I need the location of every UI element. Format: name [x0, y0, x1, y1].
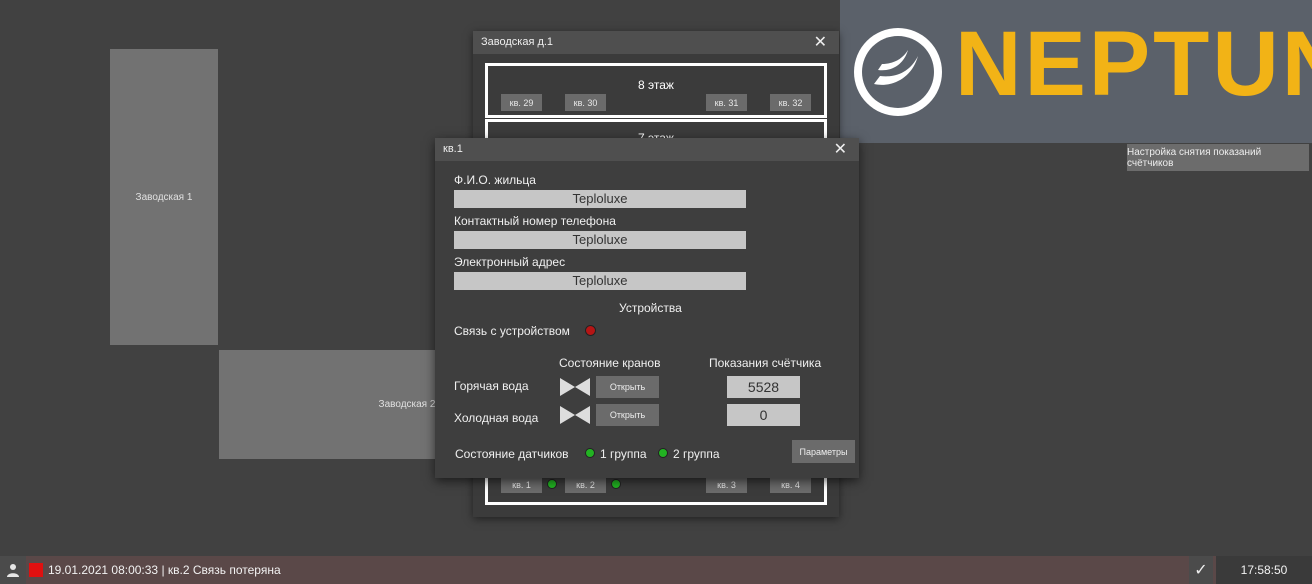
close-icon[interactable]: ✕ — [834, 138, 847, 161]
apt-32-button[interactable]: кв. 32 — [770, 94, 811, 111]
building-window-title: Заводская д.1 — [481, 36, 554, 48]
devices-heading: Устройства — [619, 301, 682, 315]
device-link-status-icon — [585, 325, 596, 336]
parameters-button[interactable]: Параметры — [792, 440, 855, 463]
apt-1-status-icon — [547, 479, 557, 489]
status-bar: 19.01.2021 08:00:33 | кв.2 Связь потерян… — [0, 556, 1312, 584]
status-time: 17:58:50 — [1216, 556, 1312, 584]
valves-heading: Состояние кранов — [559, 356, 661, 370]
apartment-window-titlebar[interactable]: кв.1 ✕ — [435, 138, 859, 161]
building-zavodskaya-1[interactable]: Заводская 1 — [110, 49, 218, 345]
acknowledge-check-icon[interactable]: ✓ — [1189, 556, 1213, 584]
group-1-status-icon — [585, 448, 595, 458]
cold-water-open-button[interactable]: Открыть — [596, 404, 659, 426]
device-link-label: Связь с устройством — [454, 324, 570, 338]
user-icon[interactable] — [0, 556, 26, 584]
apt-2-status-icon — [611, 479, 621, 489]
apt-31-button[interactable]: кв. 31 — [706, 94, 747, 111]
neptun-logo-icon — [854, 28, 942, 116]
apartment-window-title: кв.1 — [443, 143, 463, 155]
status-message: 19.01.2021 08:00:33 | кв.2 Связь потерян… — [48, 563, 281, 577]
building-label: Заводская 2 — [378, 399, 436, 410]
email-field[interactable]: Teploluxe — [454, 272, 746, 290]
valve-icon — [560, 378, 590, 396]
apt-2-button[interactable]: кв. 2 — [565, 476, 606, 493]
cold-water-meter-value: 0 — [727, 404, 800, 426]
logo-text: NEPTUN — [955, 13, 1312, 115]
floor-label: 8 этаж — [638, 78, 674, 92]
sensors-label: Состояние датчиков — [455, 447, 569, 461]
hot-water-meter-value: 5528 — [727, 376, 800, 398]
valve-icon — [560, 406, 590, 424]
apartment-window: кв.1 ✕ Ф.И.О. жильца Teploluxe Контактны… — [435, 138, 859, 478]
phone-field[interactable]: Teploluxe — [454, 231, 746, 249]
fio-field[interactable]: Teploluxe — [454, 190, 746, 208]
alarm-indicator-icon — [29, 563, 43, 577]
group-1-label: 1 группа — [600, 447, 647, 461]
cold-water-label: Холодная вода — [454, 411, 539, 425]
phone-label: Контактный номер телефона — [454, 214, 616, 228]
building-label: Заводская 1 — [135, 191, 193, 203]
hot-water-label: Горячая вода — [454, 379, 529, 393]
apt-3-button[interactable]: кв. 3 — [706, 476, 747, 493]
building-window-titlebar[interactable]: Заводская д.1 ✕ — [473, 31, 839, 54]
apt-30-button[interactable]: кв. 30 — [565, 94, 606, 111]
meter-reading-settings-button[interactable]: Настройка снятия показаний счётчиков — [1127, 144, 1309, 171]
meter-heading: Показания счётчика — [709, 356, 822, 370]
building-zavodskaya-2[interactable]: Заводская 2 — [219, 350, 445, 459]
email-label: Электронный адрес — [454, 255, 566, 269]
apt-1-button[interactable]: кв. 1 — [501, 476, 542, 493]
close-icon[interactable]: ✕ — [814, 31, 827, 54]
group-2-label: 2 группа — [673, 447, 720, 461]
apt-29-button[interactable]: кв. 29 — [501, 94, 542, 111]
floor-8: 8 этаж кв. 29 кв. 30 кв. 31 кв. 32 — [485, 63, 827, 118]
hot-water-open-button[interactable]: Открыть — [596, 376, 659, 398]
apt-4-button[interactable]: кв. 4 — [770, 476, 811, 493]
group-2-status-icon — [658, 448, 668, 458]
fio-label: Ф.И.О. жильца — [454, 173, 536, 187]
